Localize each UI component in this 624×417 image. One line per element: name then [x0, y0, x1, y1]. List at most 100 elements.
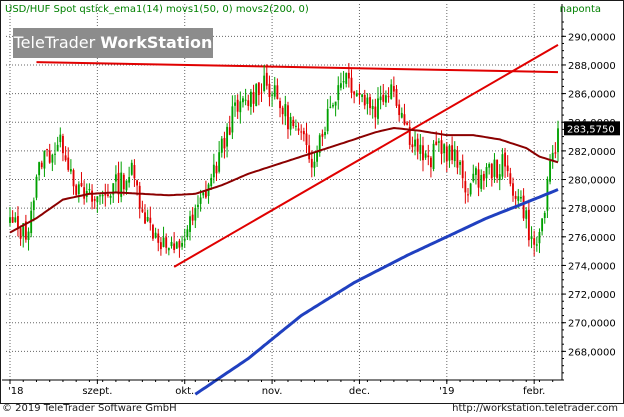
y-axis: 268,0000 270,0000 272,0000 274,0000 276,0000…	[561, 4, 616, 381]
candle-up	[326, 108, 329, 132]
candle-down	[152, 224, 154, 239]
candle-down	[406, 122, 409, 125]
candle-up	[109, 195, 112, 198]
trendline-resistance	[36, 61, 559, 74]
candle-down	[440, 140, 443, 154]
last-price-label: 283,5750	[567, 124, 615, 135]
candle-down	[40, 162, 43, 168]
candle-down	[93, 199, 96, 201]
candle-up	[249, 91, 252, 107]
candle-down	[533, 238, 536, 245]
candle-up	[202, 192, 205, 196]
candle-up	[332, 105, 334, 107]
period-label[interactable]: naponta	[560, 4, 601, 15]
candle-down	[387, 96, 390, 98]
x-tick-label: '18	[8, 386, 23, 397]
candle-up	[324, 132, 326, 136]
candle-down	[136, 180, 138, 186]
candle-up	[284, 104, 287, 117]
candle-down	[17, 216, 19, 228]
candle-down	[19, 228, 22, 239]
candle-up	[96, 196, 99, 203]
candle-down	[461, 160, 464, 179]
candle-down	[504, 152, 506, 167]
candle-up	[125, 180, 128, 191]
candle-down	[279, 100, 281, 109]
candle-up	[9, 217, 11, 223]
candle-up	[453, 149, 456, 162]
candle-up	[244, 99, 247, 101]
candle-down	[308, 145, 311, 160]
candle-up	[194, 208, 197, 221]
teletrader-logo: TeleTrader WorkStation	[13, 28, 213, 58]
candle-up	[437, 141, 440, 143]
candle-up	[199, 197, 202, 204]
chart-frame: 268,0000 270,0000 272,0000 274,0000 276,0000…	[0, 0, 624, 404]
candle-up	[334, 101, 337, 106]
candle-down	[554, 152, 557, 154]
candle-up	[43, 150, 46, 169]
candle-down	[456, 150, 459, 168]
candle-down	[157, 233, 160, 243]
candle-up	[51, 154, 54, 163]
trendlines	[36, 44, 559, 268]
candle-up	[128, 177, 131, 183]
candle-down	[514, 195, 517, 199]
candle-up	[189, 216, 191, 232]
candle-up	[459, 161, 461, 165]
candle-down	[67, 157, 70, 170]
candle-down	[122, 174, 125, 190]
candle-up	[541, 218, 544, 232]
x-axis: '18 szept. okt. nov. dec. '19 febr.	[2, 379, 562, 397]
candle-down	[422, 145, 424, 161]
candle-up	[27, 231, 30, 240]
candle-up	[273, 85, 276, 97]
website-link[interactable]: http://workstation.teletrader.com	[452, 403, 618, 414]
candle-down	[228, 127, 231, 135]
candle-up	[183, 238, 186, 241]
candle-up	[54, 153, 56, 155]
candle-up	[329, 106, 332, 108]
x-tick-label: dec.	[349, 386, 370, 397]
candle-down	[305, 133, 308, 145]
candle-up	[294, 125, 297, 127]
price-chart[interactable]: 268,0000 270,0000 272,0000 274,0000 276,0000…	[2, 2, 622, 402]
chart-title: USD/HUF Spot qstick_ema1(14) movs1(50, 0…	[5, 4, 309, 15]
candle-down	[276, 85, 279, 99]
candle-up	[263, 75, 266, 92]
candle-up	[210, 177, 213, 187]
candle-up	[35, 176, 38, 198]
candle-down	[257, 82, 260, 95]
candle-up	[220, 138, 223, 153]
copyright-text: © 2019 TeleTrader Software GmbH	[2, 403, 177, 414]
candle-down	[482, 173, 485, 181]
y-tick-label: 286,0000	[568, 90, 616, 101]
candle-down	[350, 77, 353, 93]
candle-down	[302, 131, 305, 135]
candle-down	[265, 72, 268, 86]
candle-down	[178, 240, 181, 248]
y-tick-label: 280,0000	[568, 176, 616, 187]
x-tick-label: okt.	[175, 386, 194, 397]
candle-down	[527, 209, 530, 241]
candle-up	[530, 236, 533, 239]
candle-down	[358, 92, 361, 96]
candle-down	[416, 138, 419, 152]
candle-down	[464, 181, 467, 193]
candle-down	[382, 94, 385, 102]
candle-up	[472, 173, 475, 182]
candle-up	[384, 95, 387, 103]
candle-up	[366, 97, 369, 104]
candle-up	[377, 98, 379, 119]
candle-up	[485, 166, 488, 179]
candle-down	[236, 99, 239, 112]
candle-up	[212, 164, 215, 178]
candle-up	[557, 128, 559, 153]
y-tick-label: 278,0000	[568, 204, 616, 215]
candle-up	[226, 126, 229, 147]
candle-up	[361, 94, 364, 97]
candle-up	[414, 139, 416, 147]
candle-down	[268, 83, 271, 98]
candle-down	[117, 172, 120, 195]
candle-up	[501, 154, 504, 177]
